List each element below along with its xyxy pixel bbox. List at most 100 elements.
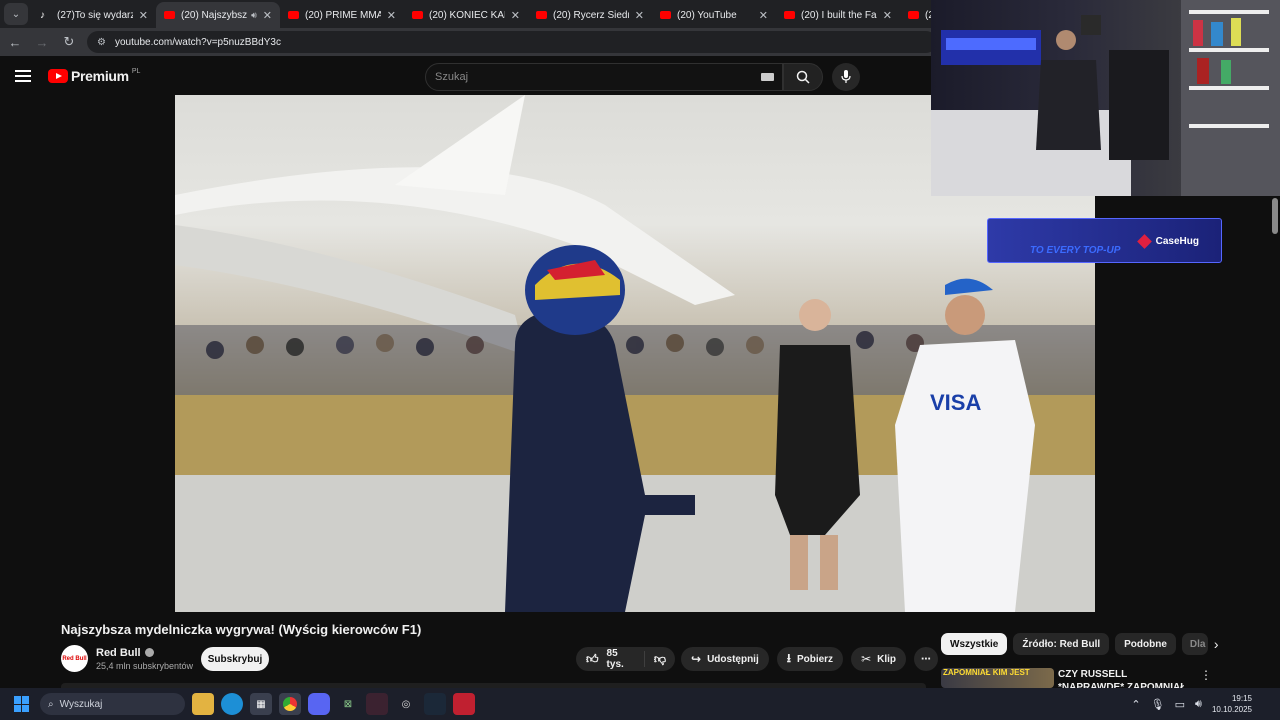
windows-taskbar: ⌕ Wyszukaj ▦ ⊠ ◎ ⌃ 🎙︎ ▭ 🔊︎ 19:15 10.10.2…	[0, 688, 1280, 720]
close-tab-icon[interactable]: ✕	[759, 9, 768, 22]
related-video-title[interactable]: CZY RUSSELL *NAPRAWDĘ* ZAPOMNIAŁ KIM JES…	[1058, 668, 1188, 688]
banner-brand-text: CaseHug	[1155, 236, 1199, 247]
chip-for-you[interactable]: Dla	[1181, 633, 1208, 655]
xbox-icon[interactable]: ⊠	[337, 693, 359, 715]
close-tab-icon[interactable]: ✕	[635, 9, 644, 22]
thumbnail-text: ZAPOMNIAŁ KIM JEST	[943, 668, 1030, 677]
verified-icon	[144, 648, 154, 657]
youtube-icon	[536, 11, 547, 19]
network-icon[interactable]: ▭	[1175, 698, 1185, 711]
close-tab-icon[interactable]: ✕	[387, 9, 396, 22]
more-icon: ⋯	[921, 653, 932, 665]
close-tab-icon[interactable]: ✕	[883, 9, 892, 22]
clip-label: Klip	[877, 653, 897, 665]
youtube-icon	[908, 11, 919, 19]
youtube-icon	[412, 11, 423, 19]
streaming-app-icon[interactable]	[453, 693, 475, 715]
more-actions-button[interactable]: ⋯	[914, 647, 939, 671]
channel-name-row: Red Bull	[96, 647, 193, 659]
chips-next-icon[interactable]: ›	[1214, 633, 1219, 655]
discord-icon[interactable]	[308, 693, 330, 715]
browser-tab[interactable]: (20) I built the Fastest ✕	[776, 2, 900, 28]
microphone-icon	[841, 70, 851, 83]
tab-title: (20) PRIME MMA TO	[305, 9, 381, 21]
scissors-icon: ✂	[861, 652, 872, 666]
taskbar-clock[interactable]: 19:15 10.10.2025	[1212, 693, 1252, 715]
channel-name[interactable]: Red Bull	[96, 647, 141, 659]
close-tab-icon[interactable]: ✕	[511, 9, 520, 22]
tab-title: (27)To się wydarzyło	[57, 9, 133, 21]
file-explorer-icon[interactable]	[192, 693, 214, 715]
channel-avatar[interactable]: Red Bull	[61, 645, 88, 672]
keyboard-icon[interactable]	[761, 73, 774, 81]
subscribe-button[interactable]: Subskrybuj	[201, 647, 269, 671]
tray-overflow-icon[interactable]: ⌃	[1131, 698, 1140, 711]
related-video-thumbnail[interactable]: ZAPOMNIAŁ KIM JEST	[941, 668, 1054, 688]
subscriber-count: 25,4 mln subskrybentów	[96, 660, 194, 671]
volume-icon[interactable]: 🔊︎	[1195, 698, 1202, 711]
microphone-tray-icon[interactable]: 🎙︎	[1151, 698, 1165, 711]
store-icon[interactable]: ▦	[250, 693, 272, 715]
chip-from-channel[interactable]: Źródło: Red Bull	[1013, 633, 1110, 655]
browser-tab[interactable]: ♪ (27)To się wydarzyło ✕	[32, 2, 156, 28]
chip-all[interactable]: Wszystkie	[941, 633, 1008, 655]
browser-tab[interactable]: (20) PRIME MMA TO ✕	[280, 2, 404, 28]
windows-start-icon[interactable]	[14, 696, 30, 712]
thumbs-down-icon: 👎︎	[653, 651, 666, 666]
tab-title: (20) I built the Fastest	[801, 9, 877, 21]
browser-tab[interactable]: (20) YouTube ✕	[652, 2, 776, 28]
download-icon: ⭳	[786, 650, 791, 665]
tab-audio-icon[interactable]: 🔊︎	[251, 10, 257, 21]
youtube-play-icon	[48, 69, 68, 83]
related-video-menu-icon[interactable]: ⋮	[1200, 668, 1212, 682]
site-info-icon[interactable]: ⚙	[97, 37, 109, 48]
taskbar-search[interactable]: ⌕ Wyszukaj	[40, 693, 185, 715]
chip-related[interactable]: Podobne	[1115, 633, 1176, 655]
tab-title: (20) KONIEC KARIERY	[429, 9, 505, 21]
share-icon: ↪	[691, 652, 702, 666]
voice-search-button[interactable]	[832, 63, 860, 91]
sponsor-banner: TO EVERY TOP-UP CaseHug	[987, 218, 1222, 263]
tab-title: (20) Najszybsza m	[181, 9, 248, 21]
address-bar[interactable]: ⚙ youtube.com/watch?v=p5nuzBBdY3c	[87, 31, 937, 53]
browser-tab[interactable]: (20) Rycerz Siedmiu K ✕	[528, 2, 652, 28]
clock-time: 19:15	[1231, 694, 1252, 703]
edge-icon[interactable]	[221, 693, 243, 715]
download-button[interactable]: ⭳ Pobierz	[776, 647, 844, 671]
search-input[interactable]: Szukaj	[425, 63, 783, 91]
banner-brand: CaseHug	[1136, 234, 1199, 249]
reload-icon[interactable]: ↻	[57, 30, 81, 54]
clip-button[interactable]: ✂ Klip	[851, 647, 907, 671]
menu-icon[interactable]	[15, 70, 31, 85]
dislike-button[interactable]: 👎︎	[645, 652, 675, 667]
youtube-icon	[660, 11, 671, 19]
svg-text:VISA: VISA	[930, 390, 981, 415]
browser-tab[interactable]: (20) Najszybsza m🔊︎ ✕	[156, 2, 280, 28]
related-filter-chips: Wszystkie Źródło: Red Bull Podobne Dla ›	[941, 633, 1219, 655]
search-placeholder: Szukaj	[435, 71, 469, 83]
video-title: Najszybsza mydelniczka wygrywa! (Wyścig …	[61, 622, 422, 637]
game-app-icon[interactable]	[366, 693, 388, 715]
browser-tab[interactable]: (20) KONIEC KARIERY ✕	[404, 2, 528, 28]
steam-icon[interactable]	[424, 693, 446, 715]
page-scrollbar[interactable]	[1272, 198, 1278, 234]
youtube-logo[interactable]: Premium PL	[48, 68, 140, 84]
close-tab-icon[interactable]: ✕	[139, 9, 148, 22]
tab-title: (20) Rycerz Siedmiu K	[553, 9, 629, 21]
tiktok-icon: ♪	[40, 9, 45, 21]
chrome-icon[interactable]	[279, 693, 301, 715]
obs-icon[interactable]: ◎	[395, 693, 417, 715]
tab-search-button[interactable]: ⌄	[4, 3, 28, 25]
webcam-overlay	[931, 0, 1280, 196]
like-dislike-group: 👍︎ 85 tys. 👎︎	[576, 647, 675, 671]
close-tab-icon[interactable]: ✕	[263, 9, 272, 22]
logo-text: Premium	[71, 68, 129, 84]
like-button[interactable]: 👍︎ 85 tys.	[576, 648, 645, 670]
share-button[interactable]: ↪ Udostępnij	[681, 647, 769, 671]
avatar-text: Red Bull	[62, 655, 87, 662]
back-icon[interactable]: ←	[3, 30, 27, 54]
search-button[interactable]	[783, 63, 823, 91]
youtube-icon	[164, 11, 175, 19]
forward-icon[interactable]: →	[30, 30, 54, 54]
banner-text: TO EVERY TOP-UP	[1030, 245, 1121, 256]
